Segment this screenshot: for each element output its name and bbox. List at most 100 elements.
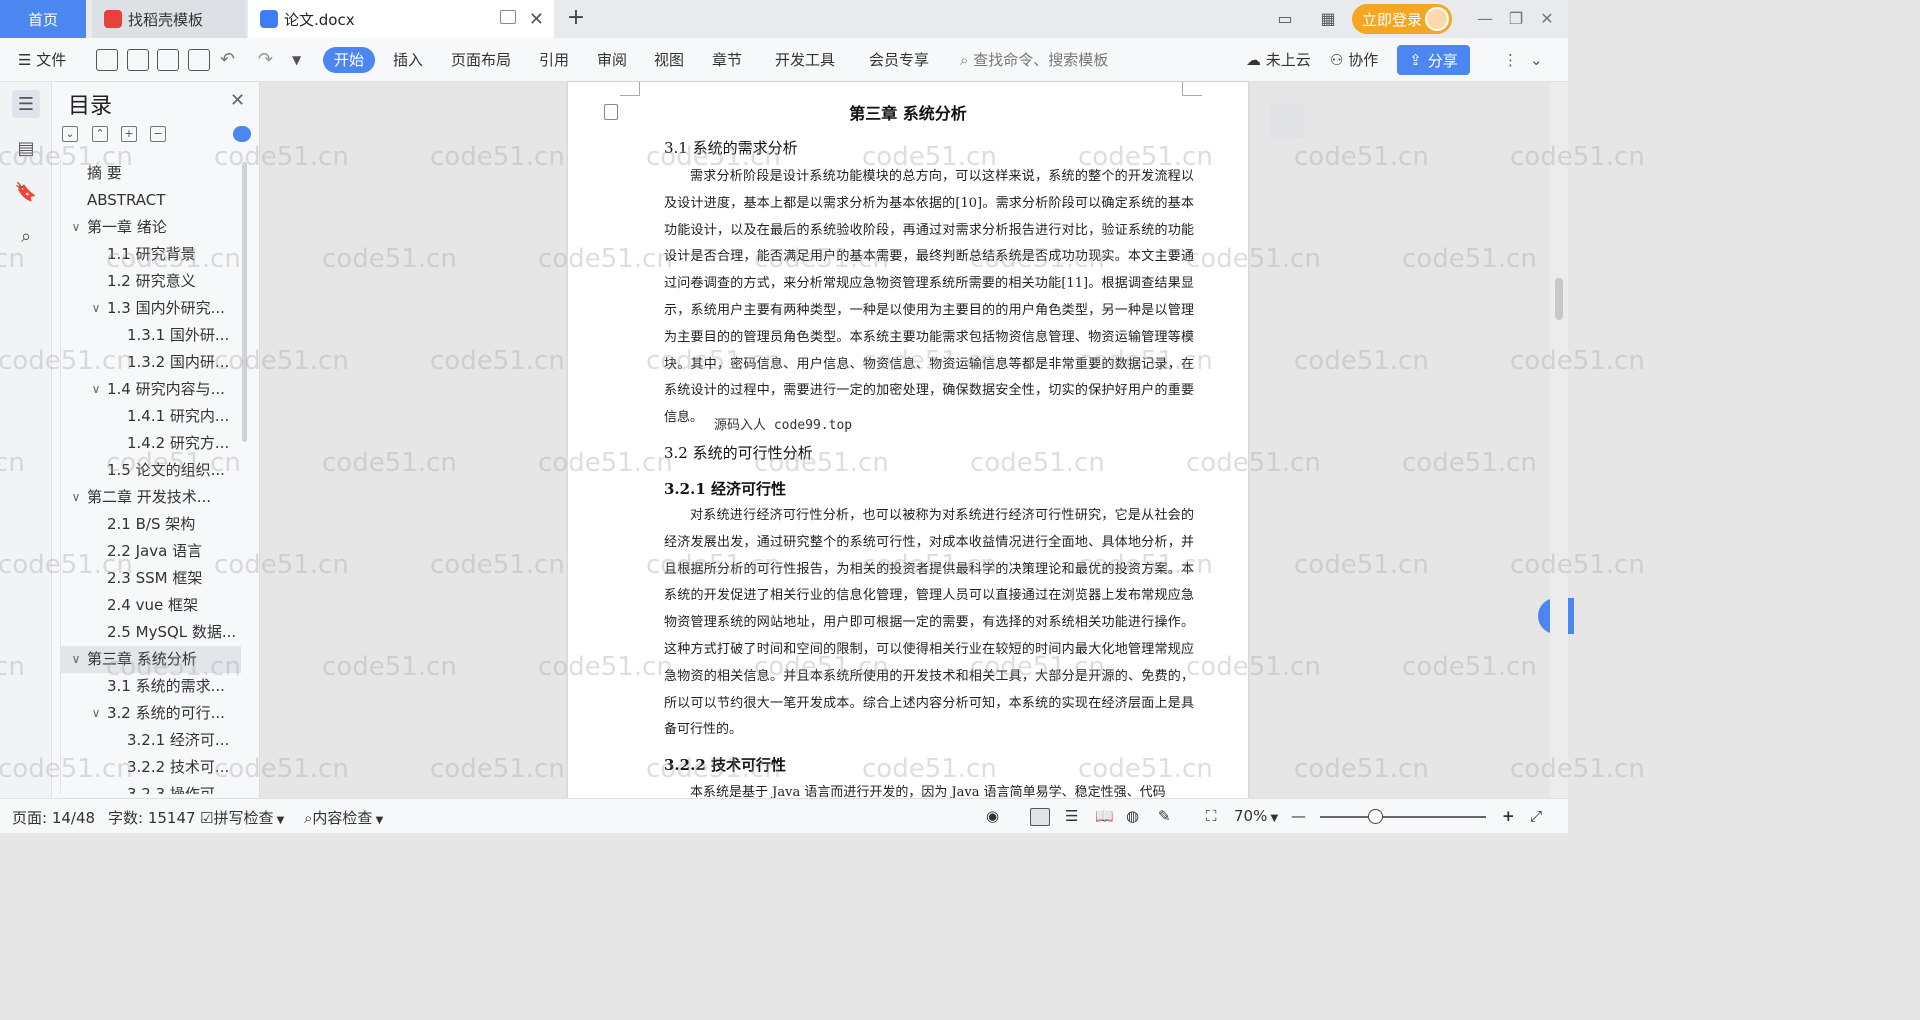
toc-item[interactable]: 1.1 研究背景 (61, 241, 241, 268)
toc-panel-icon[interactable]: ☰ (12, 90, 40, 118)
toc-item[interactable]: 3.2.2 技术可... (61, 754, 241, 781)
cloud-status[interactable]: ☁ 未上云 (1246, 48, 1311, 72)
print-preview-icon[interactable] (188, 49, 210, 71)
toc-item[interactable]: ∨ 第一章 绪论 (61, 214, 241, 241)
toc-item[interactable]: ∨ 1.3 国内外研究... (61, 295, 241, 322)
chevron-down-icon[interactable]: ∨ (69, 214, 83, 241)
toc-item[interactable]: 摘 要 (61, 160, 241, 187)
toc-item-label: 2.2 Java 语言 (107, 542, 203, 560)
close-tab-icon[interactable]: ✕ (529, 9, 544, 30)
toc-item[interactable]: 3.2.3 操作可... (61, 781, 241, 794)
tab-start[interactable]: 开始 (323, 47, 375, 73)
tab-templates[interactable]: 找稻壳模板 (92, 0, 246, 38)
tab-document[interactable]: 论文.docx ✕ (248, 0, 554, 38)
tab-home[interactable]: 首页 (0, 0, 86, 38)
toc-item[interactable]: 1.4.2 研究方... (61, 430, 241, 457)
page-view-icon[interactable] (1030, 808, 1050, 826)
tab-insert[interactable]: 插入 (393, 48, 423, 72)
toc-item[interactable]: 2.5 MySQL 数据... (61, 619, 241, 646)
redo-icon[interactable]: ↷ (258, 48, 273, 72)
share-button[interactable]: ⇪ 分享 (1397, 45, 1470, 75)
toc-item[interactable]: 1.2 研究意义 (61, 268, 241, 295)
tab-bar: 首页 找稻壳模板 论文.docx ✕ + ▭ ▦ 立即登录 — ❐ ✕ (0, 0, 1568, 38)
new-tab-button[interactable]: + (562, 6, 590, 32)
web-view-icon[interactable]: ◍ (1126, 807, 1139, 825)
toc-scrollbar[interactable] (242, 162, 247, 442)
float-window-icon[interactable] (500, 10, 516, 24)
toc-item[interactable]: ∨ 第三章 系统分析 (61, 646, 241, 673)
chevron-down-icon[interactable]: ∨ (89, 376, 103, 403)
fit-page-icon[interactable]: ⛶ (1206, 807, 1217, 825)
layout-icon[interactable]: ▭ (1275, 9, 1295, 29)
login-button[interactable]: 立即登录 (1352, 4, 1452, 34)
toc-item[interactable]: 3.2.1 经济可... (61, 727, 241, 754)
tab-references[interactable]: 引用 (539, 48, 569, 72)
page-count[interactable]: 页面: 14/48 (12, 807, 95, 828)
toc-item[interactable]: 1.3.1 国外研... (61, 322, 241, 349)
close-window-icon[interactable]: ✕ (1535, 7, 1559, 31)
toc-item[interactable]: 1.4.1 研究内... (61, 403, 241, 430)
close-toc-icon[interactable]: ✕ (230, 90, 245, 111)
content-check-button[interactable]: ⌕内容检查 ▼ (304, 807, 383, 828)
pen-icon[interactable]: ✎ (1158, 807, 1171, 825)
zoom-slider[interactable] (1320, 816, 1486, 818)
tab-member[interactable]: 会员专享 (869, 48, 929, 72)
zoom-out-icon[interactable]: — (1291, 807, 1306, 825)
save-icon[interactable] (96, 49, 118, 71)
toc-item[interactable]: ∨ 1.4 研究内容与... (61, 376, 241, 403)
outline-view-icon[interactable]: ☰ (1065, 807, 1078, 825)
collapse-all-icon[interactable]: ⌃ (92, 126, 108, 142)
toc-item[interactable]: 3.1 系统的需求... (61, 673, 241, 700)
tab-developer[interactable]: 开发工具 (775, 48, 835, 72)
toc-item[interactable]: ∨ 第二章 开发技术... (61, 484, 241, 511)
toc-item[interactable]: ∨ 3.2 系统的可行... (61, 700, 241, 727)
collab-button[interactable]: ⚇ 协作 (1330, 48, 1378, 72)
customize-chevron-icon[interactable]: ▼ (292, 48, 301, 72)
export-pdf-icon[interactable] (127, 49, 149, 71)
apps-grid-icon[interactable]: ▦ (1318, 9, 1338, 29)
chapter-nav-icon[interactable]: ▤ (12, 134, 40, 162)
chevron-down-icon[interactable]: ∨ (89, 700, 103, 727)
undo-icon[interactable]: ↶ (220, 48, 235, 72)
eye-protect-icon[interactable]: ◉ (986, 807, 999, 825)
chevron-down-icon[interactable]: ∨ (69, 646, 83, 673)
find-icon[interactable]: ⌕ (12, 222, 40, 250)
toc-item[interactable]: ABSTRACT (61, 187, 241, 214)
collapse-ribbon-icon[interactable]: ⌄ (1530, 48, 1543, 72)
more-icon[interactable]: ⋮ (1503, 48, 1518, 72)
minimize-icon[interactable]: — (1473, 7, 1497, 31)
vertical-scrollbar[interactable] (1550, 82, 1568, 798)
zoom-slider-thumb[interactable] (1367, 809, 1383, 824)
zoom-in-icon[interactable]: + (1502, 807, 1515, 825)
reading-view-icon[interactable]: 📖 (1095, 807, 1114, 825)
toc-item[interactable]: 1.5 论文的组织... (61, 457, 241, 484)
chevron-down-icon[interactable]: ∨ (89, 295, 103, 322)
tab-page-layout[interactable]: 页面布局 (451, 48, 511, 72)
word-count[interactable]: 字数: 15147 (108, 807, 196, 828)
document-page[interactable]: 第三章 系统分析 3.1 系统的需求分析 需求分析阶段是设计系统功能模块的总方向… (568, 82, 1248, 798)
bookmark-icon[interactable]: 🔖 (12, 178, 40, 206)
ai-assistant-icon[interactable] (233, 126, 251, 142)
toc-item[interactable]: 2.3 SSM 框架 (61, 565, 241, 592)
chevron-down-icon[interactable]: ∨ (69, 484, 83, 511)
zoom-level[interactable]: 70% ▼ (1234, 807, 1278, 825)
expand-all-icon[interactable]: ⌄ (62, 126, 78, 142)
toc-item[interactable]: 2.1 B/S 架构 (61, 511, 241, 538)
paragraph: 需求分析阶段是设计系统功能模块的总方向，可以这样来说，系统的整个的开发流程以及设… (664, 169, 1194, 426)
restore-icon[interactable]: ❐ (1504, 7, 1528, 31)
tab-section[interactable]: 章节 (712, 48, 742, 72)
toc-item[interactable]: 2.4 vue 框架 (61, 592, 241, 619)
tab-view[interactable]: 视图 (654, 48, 684, 72)
spell-check-button[interactable]: ☑拼写检查 ▼ (200, 807, 284, 828)
file-menu[interactable]: ☰ 文件 (18, 48, 66, 72)
toc-item[interactable]: 1.3.2 国内研... (61, 349, 241, 376)
print-icon[interactable] (157, 49, 179, 71)
scroll-thumb[interactable] (1555, 278, 1563, 320)
add-heading-icon[interactable]: + (121, 126, 137, 142)
tab-review[interactable]: 审阅 (597, 48, 627, 72)
toc-item[interactable]: 2.2 Java 语言 (61, 538, 241, 565)
remove-heading-icon[interactable]: − (150, 126, 166, 142)
comment-panel-icon[interactable] (1270, 104, 1304, 138)
fullscreen-icon[interactable]: ⤢ (1530, 807, 1542, 825)
command-search[interactable]: ⌕ 查找命令、搜索模板 (960, 48, 1108, 72)
